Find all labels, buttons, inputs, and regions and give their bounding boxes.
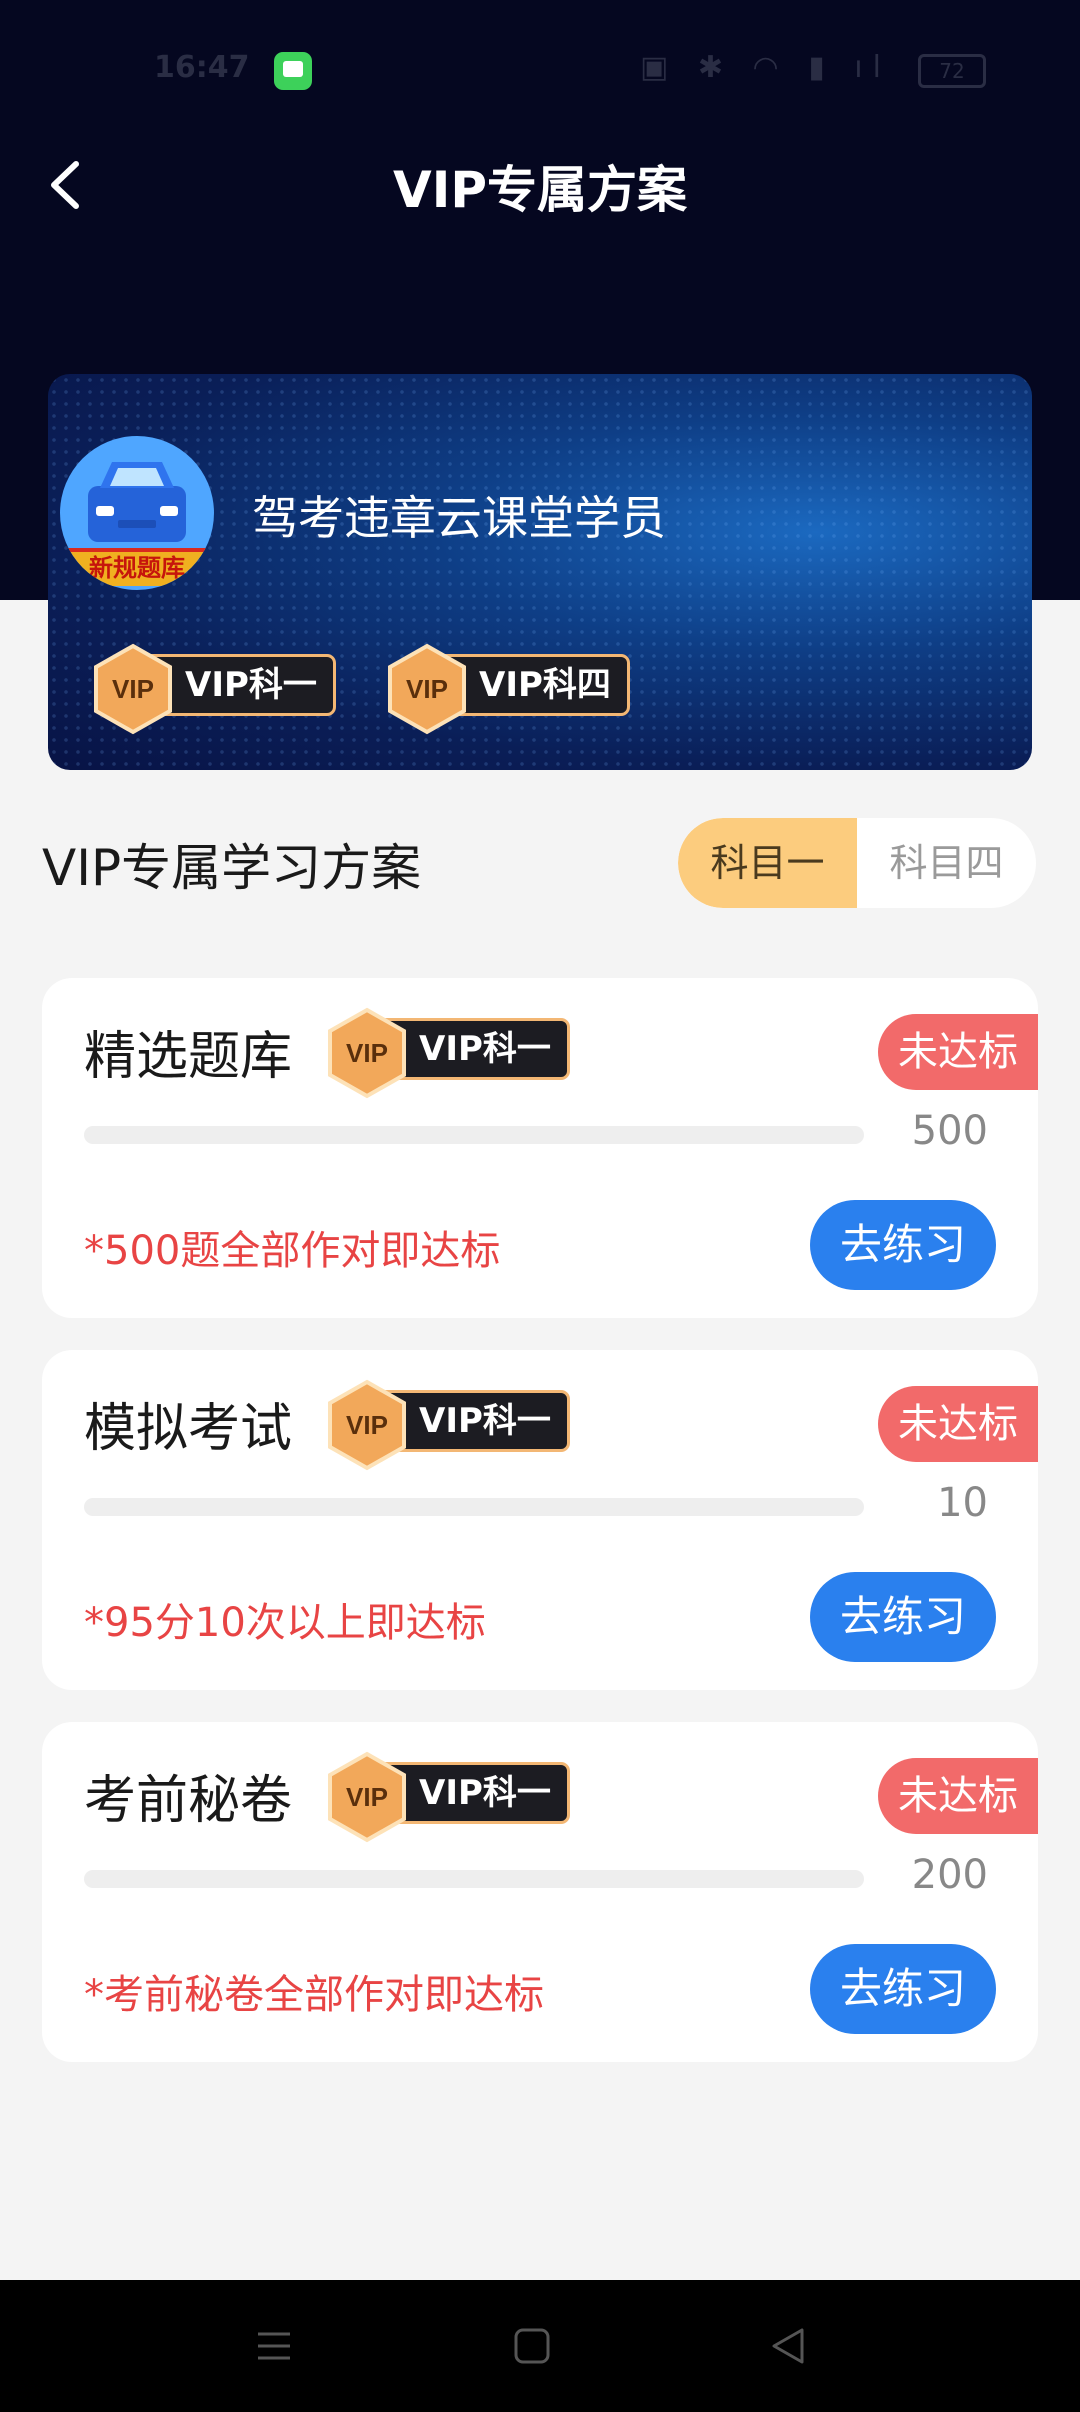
plan-name: 考前秘卷	[84, 1771, 293, 1831]
section-title: VIP专属学习方案	[42, 839, 422, 897]
status-icons: ▣ ✱ ◠ ▮ ıl	[640, 50, 891, 85]
system-nav-bar	[0, 2280, 1080, 2412]
svg-text:VIP: VIP	[346, 1410, 388, 1440]
vip-hexagon-icon: VIP	[328, 1007, 406, 1099]
member-card: 新规题库 驾考违章云课堂学员 VIP科一 VIP VIP科四 VIP	[48, 374, 1032, 770]
home-square-icon[interactable]	[510, 2324, 554, 2368]
message-app-icon	[274, 52, 312, 90]
plan-name: 模拟考试	[84, 1399, 293, 1459]
progress-track	[84, 1870, 864, 1888]
status-badge: 未达标	[878, 1758, 1038, 1834]
progress-target: 200	[911, 1852, 988, 1898]
requirement-text: *500题全部作对即达标	[84, 1228, 501, 1274]
practice-button[interactable]: 去练习	[810, 1944, 996, 2034]
progress-target: 500	[911, 1108, 988, 1154]
back-triangle-icon[interactable]	[766, 2324, 810, 2368]
status-badge: 未达标	[878, 1386, 1038, 1462]
requirement-text: *95分10次以上即达标	[84, 1600, 486, 1646]
battery-icon: 72	[918, 54, 986, 88]
progress-track	[84, 1498, 864, 1516]
plan-card-mock-exam: 模拟考试 VIP科一 VIP 未达标 10 *95分10次以上即达标 去练习	[42, 1350, 1038, 1690]
svg-text:VIP: VIP	[112, 674, 154, 704]
plan-card-question-bank: 精选题库 VIP科一 VIP 未达标 500 *500题全部作对即达标 去练习	[42, 978, 1038, 1318]
vip-hexagon-icon: VIP	[328, 1379, 406, 1471]
svg-text:VIP: VIP	[406, 674, 448, 704]
svg-text:VIP: VIP	[346, 1782, 388, 1812]
status-bar: 16:47 ▣ ✱ ◠ ▮ ıl 72	[0, 36, 1080, 100]
plan-card-secret-paper: 考前秘卷 VIP科一 VIP 未达标 200 *考前秘卷全部作对即达标 去练习	[42, 1722, 1038, 2062]
progress-target: 10	[937, 1480, 988, 1526]
avatar-ribbon: 新规题库	[68, 548, 206, 586]
status-badge: 未达标	[878, 1014, 1038, 1090]
status-time: 16:47	[154, 50, 250, 85]
page-title: VIP专属方案	[393, 161, 687, 219]
vip-hexagon-icon: VIP	[94, 643, 172, 735]
username: 驾考违章云课堂学员	[252, 491, 666, 545]
vip-hexagon-icon: VIP	[388, 643, 466, 735]
avatar: 新规题库	[60, 436, 214, 590]
vip-hexagon-icon: VIP	[328, 1751, 406, 1843]
menu-icon[interactable]	[252, 2324, 296, 2368]
subject-tabs: 科目一 科目四	[678, 818, 1036, 908]
requirement-text: *考前秘卷全部作对即达标	[84, 1972, 544, 2018]
practice-button[interactable]: 去练习	[810, 1572, 996, 1662]
tab-subject-four[interactable]: 科目四	[857, 818, 1036, 908]
plan-name: 精选题库	[84, 1027, 293, 1087]
practice-button[interactable]: 去练习	[810, 1200, 996, 1290]
tab-subject-one[interactable]: 科目一	[678, 818, 857, 908]
progress-track	[84, 1126, 864, 1144]
svg-text:VIP: VIP	[346, 1038, 388, 1068]
